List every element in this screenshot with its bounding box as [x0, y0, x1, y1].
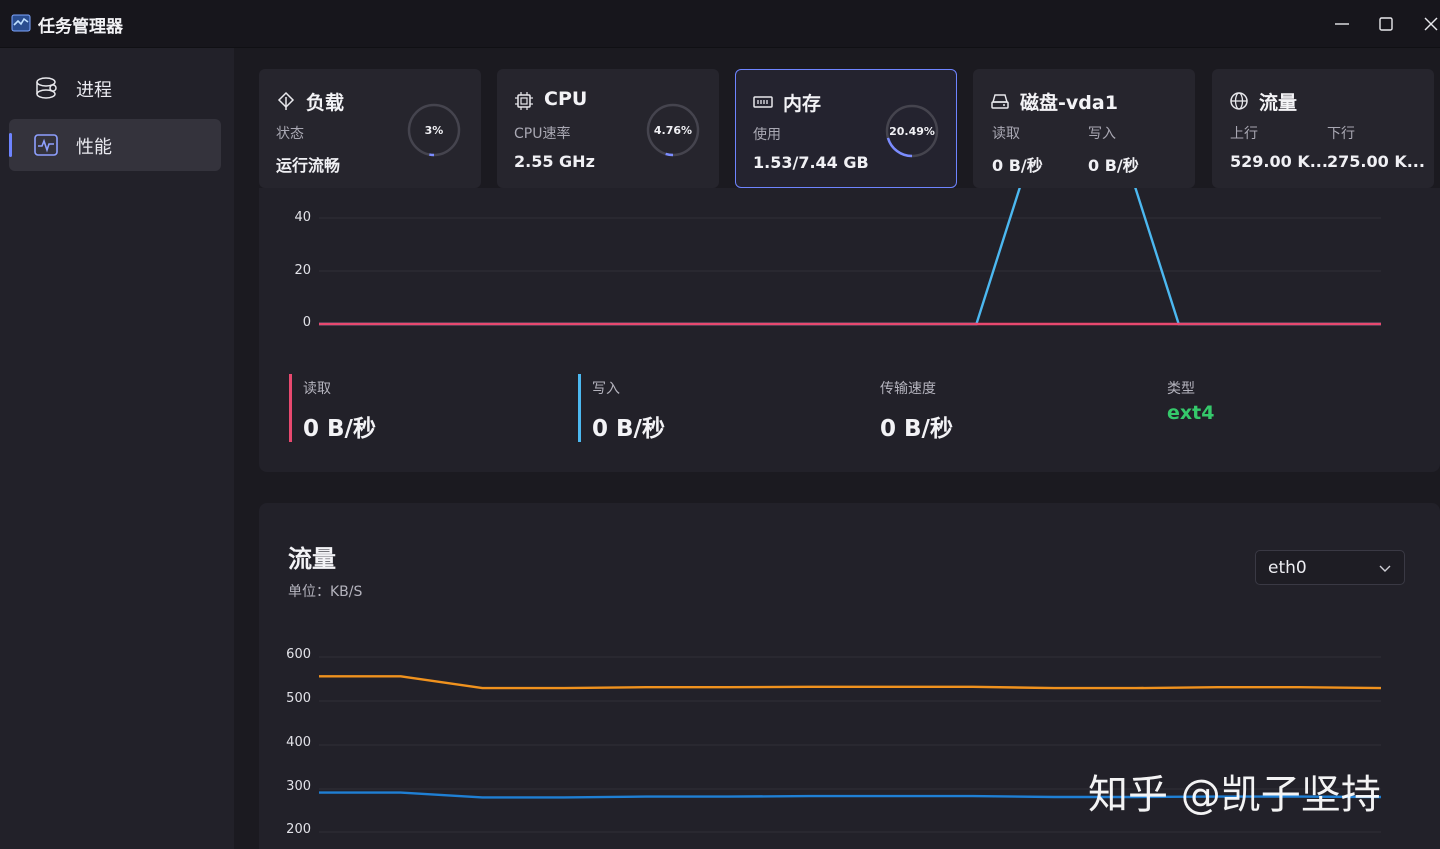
read-color-stripe	[289, 374, 292, 442]
stat-label: 传输速度	[880, 381, 936, 397]
active-indicator	[9, 133, 12, 157]
card-network[interactable]: 流量 上行 下行 529.00 K... 275.00 K...	[1212, 69, 1434, 188]
sidebar-item-performance[interactable]: 性能	[9, 119, 221, 171]
card-memory[interactable]: 内存 使用 1.53/7.44 GB 20.49%	[735, 69, 957, 188]
network-up-label: 上行	[1230, 126, 1258, 142]
performance-icon	[34, 134, 58, 156]
sidebar: 进程 性能	[0, 48, 234, 849]
card-title: 内存	[783, 93, 822, 115]
card-sub-label: CPU速率	[514, 126, 571, 142]
card-title: 磁盘-vda1	[1020, 92, 1118, 114]
memory-icon	[753, 96, 773, 108]
stat-value: 0 B/秒	[592, 416, 665, 442]
card-cpu[interactable]: CPU CPU速率 2.55 GHz 4.76%	[497, 69, 719, 188]
globe-icon	[1230, 92, 1248, 110]
card-value: 2.55 GHz	[514, 152, 595, 171]
title-bar: 任务管理器	[0, 0, 1440, 48]
network-up-value: 529.00 K...	[1230, 152, 1328, 171]
card-sub-label: 使用	[753, 127, 781, 143]
stat-value: ext4	[1167, 402, 1215, 424]
window-title: 任务管理器	[38, 17, 123, 37]
card-sub-label: 状态	[276, 126, 304, 142]
sidebar-item-label: 性能	[76, 137, 112, 158]
watermark: 知乎 @凯子坚持	[1088, 772, 1381, 818]
write-color-stripe	[578, 374, 581, 442]
card-title: 流量	[1259, 92, 1298, 114]
stat-label: 类型	[1167, 381, 1195, 397]
ring-label: 3%	[425, 124, 444, 137]
disk-read-value: 0 B/秒	[992, 156, 1043, 175]
task-manager-icon	[11, 14, 31, 32]
disk-icon	[991, 94, 1009, 109]
maximize-icon[interactable]	[1374, 12, 1398, 36]
usage-ring: 3%	[407, 103, 461, 157]
disk-write-label: 写入	[1088, 126, 1116, 142]
card-title: 负载	[306, 92, 345, 114]
stat-value: 0 B/秒	[303, 416, 376, 442]
card-value: 运行流畅	[276, 156, 341, 175]
stat-value: 0 B/秒	[880, 416, 953, 442]
network-down-value: 275.00 K...	[1327, 152, 1425, 171]
close-icon[interactable]	[1419, 12, 1440, 36]
disk-write-value: 0 B/秒	[1088, 156, 1139, 175]
card-disk[interactable]: 磁盘-vda1 读取 写入 0 B/秒 0 B/秒	[973, 69, 1195, 188]
sidebar-item-process[interactable]: 进程	[9, 62, 221, 114]
series-line-0	[319, 675, 1382, 690]
cpu-icon	[515, 92, 533, 110]
usage-ring: 4.76%	[646, 103, 700, 157]
minimize-icon[interactable]	[1330, 12, 1354, 36]
disk-chart	[319, 188, 1381, 326]
series-line-0	[319, 188, 1381, 326]
network-down-label: 下行	[1327, 126, 1355, 142]
usage-ring: 20.49%	[885, 104, 939, 158]
disk-panel: 40 20 0 读取 0 B/秒 写入 0 B/秒 传输速度 0 B/秒 类型 …	[259, 188, 1440, 472]
stat-label: 写入	[592, 381, 620, 397]
card-value: 1.53/7.44 GB	[753, 153, 869, 172]
ring-label: 4.76%	[654, 124, 692, 137]
load-icon	[277, 91, 295, 110]
card-title: CPU	[544, 88, 588, 110]
ring-label: 20.49%	[889, 125, 935, 138]
process-icon	[36, 77, 57, 99]
disk-read-label: 读取	[992, 126, 1020, 142]
stat-label: 读取	[303, 381, 331, 397]
sidebar-item-label: 进程	[76, 80, 112, 101]
card-load[interactable]: 负载 状态 运行流畅 3%	[259, 69, 481, 188]
main-content: 负载 状态 运行流畅 3% CPU CPU速率 2.55 GHz 4.76% 内…	[234, 48, 1440, 849]
